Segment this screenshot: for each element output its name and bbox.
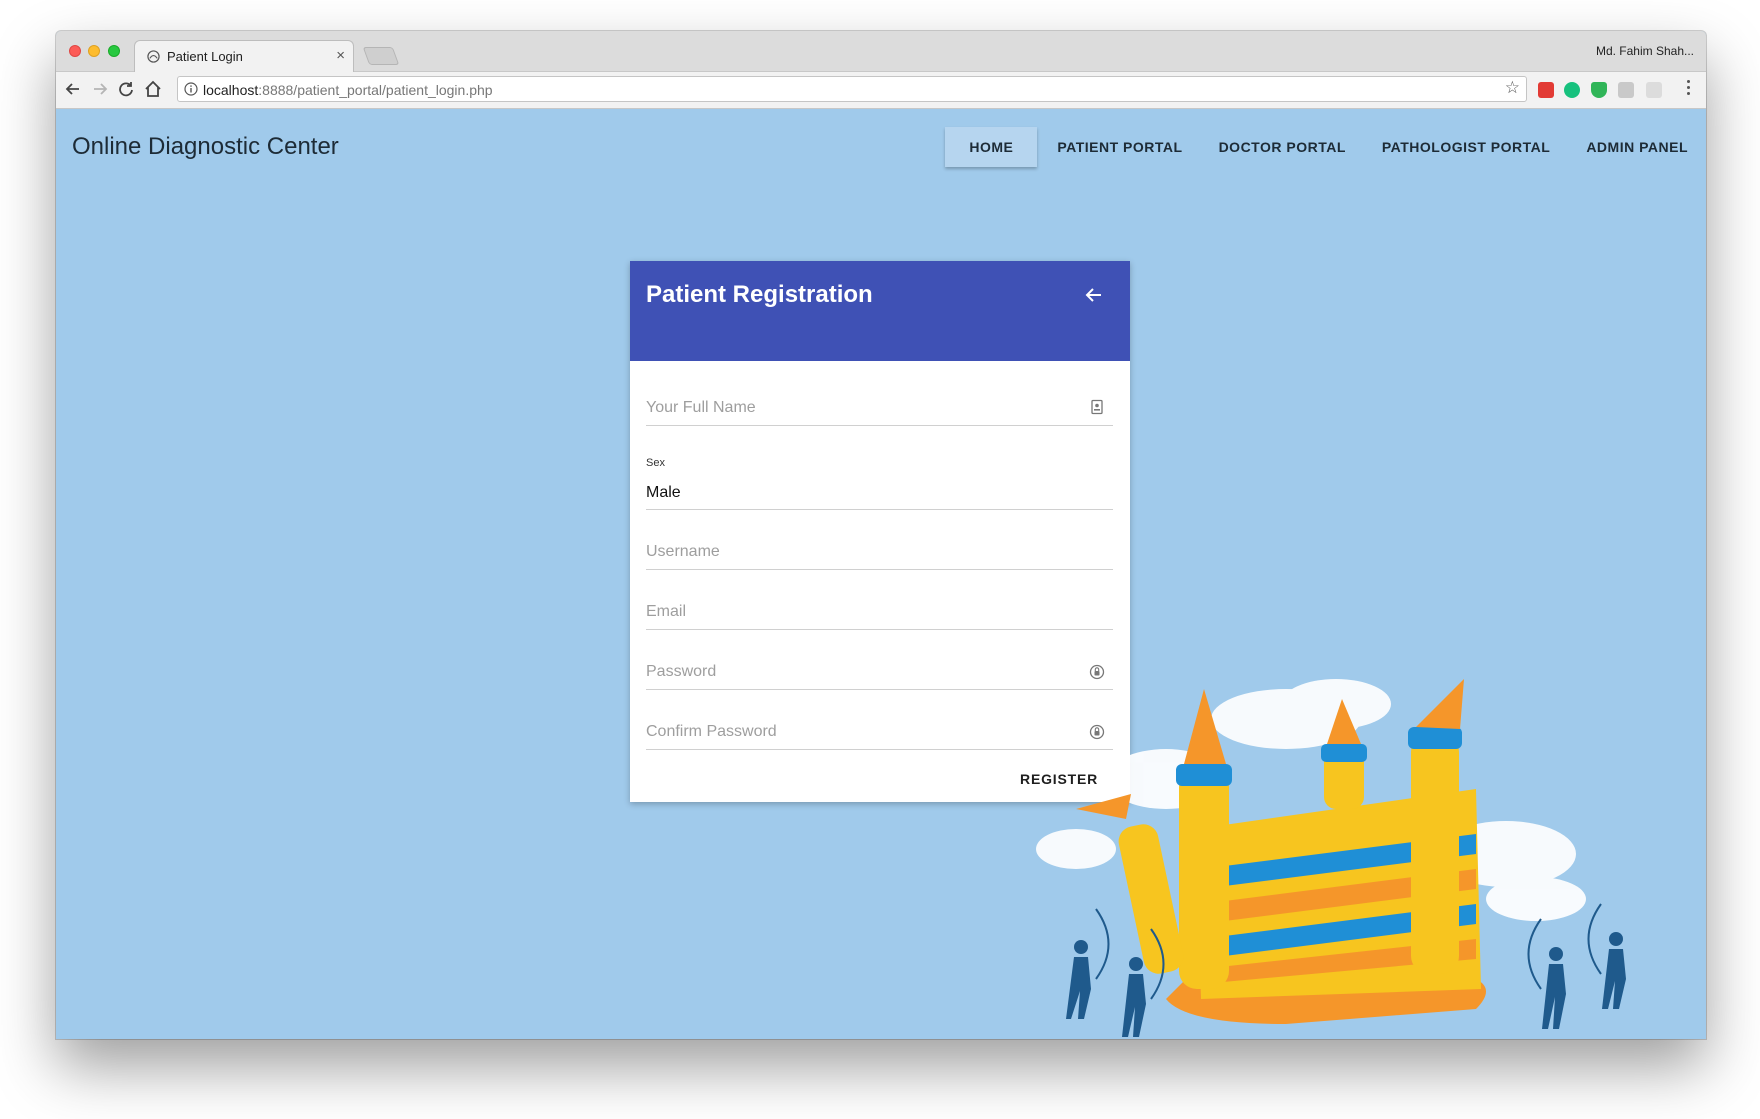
nav-doctor-portal[interactable]: DOCTOR PORTAL [1201,127,1364,167]
minimize-window-button[interactable] [88,45,100,57]
main-nav: HOME PATIENT PORTAL DOCTOR PORTAL PATHOL… [945,127,1706,167]
nav-home[interactable]: HOME [945,127,1038,167]
username-field[interactable]: Username [646,533,1113,570]
maximize-window-button[interactable] [108,45,120,57]
contact-card-icon [1091,399,1103,415]
forward-arrow-icon[interactable] [89,78,111,100]
sex-value[interactable]: Male [646,484,681,502]
reload-icon[interactable] [115,78,137,100]
url-text[interactable]: localhost:8888/patient_portal/patient_lo… [203,82,493,98]
browser-toolbar: localhost:8888/patient_portal/patient_lo… [56,72,1706,109]
globe-icon [147,50,160,63]
site-brand[interactable]: Online Diagnostic Center [72,133,339,161]
nav-pathologist-portal[interactable]: PATHOLOGIST PORTAL [1364,127,1568,167]
address-bar[interactable]: localhost:8888/patient_portal/patient_lo… [177,76,1527,102]
new-tab-button[interactable] [362,47,400,65]
bookmark-star-icon[interactable]: ☆ [1505,78,1520,98]
profile-name[interactable]: Md. Fahim Shah... [1596,44,1694,58]
info-icon[interactable] [184,82,198,96]
lastpass-extension-icon[interactable] [1538,82,1554,98]
card-title: Patient Registration [646,281,873,308]
close-tab-icon[interactable]: × [336,47,345,64]
page-content: Online Diagnostic Center HOME PATIENT PO… [56,109,1706,1039]
sex-select[interactable] [646,479,1113,510]
password-placeholder: Password [646,663,717,680]
bouncy-castle-illustration [1036,679,1626,1037]
confirm-password-placeholder: Confirm Password [646,723,777,740]
home-icon[interactable] [142,78,164,100]
card-header: Patient Registration [630,261,1130,361]
browser-window: Patient Login × Md. Fahim Shah... localh… [56,31,1706,1039]
back-arrow-icon[interactable] [62,78,84,100]
browser-tab[interactable]: Patient Login × [134,40,354,72]
email-placeholder: Email [646,603,687,620]
nav-admin-panel[interactable]: ADMIN PANEL [1568,127,1706,167]
username-placeholder: Username [646,543,720,560]
tab-title: Patient Login [167,49,243,64]
browser-menu-icon[interactable] [1687,80,1691,98]
shield-extension-icon[interactable] [1591,82,1607,98]
arrow-left-icon[interactable] [1082,283,1106,307]
grammarly-extension-icon[interactable] [1564,82,1580,98]
nav-patient-portal[interactable]: PATIENT PORTAL [1039,127,1200,167]
cast-extension-icon[interactable] [1646,82,1662,98]
full-name-field[interactable]: Your Full Name [646,389,1113,426]
lock-icon [1089,664,1105,680]
url-path: :8888/patient_portal/patient_login.php [258,82,493,98]
extension-icon[interactable] [1618,82,1634,98]
full-name-placeholder: Your Full Name [646,399,756,416]
close-window-button[interactable] [69,45,81,57]
email-field[interactable]: Email [646,593,1113,630]
sex-label: Sex [646,457,665,469]
tab-bar: Patient Login × Md. Fahim Shah... [56,31,1706,72]
url-host: localhost [203,82,259,98]
